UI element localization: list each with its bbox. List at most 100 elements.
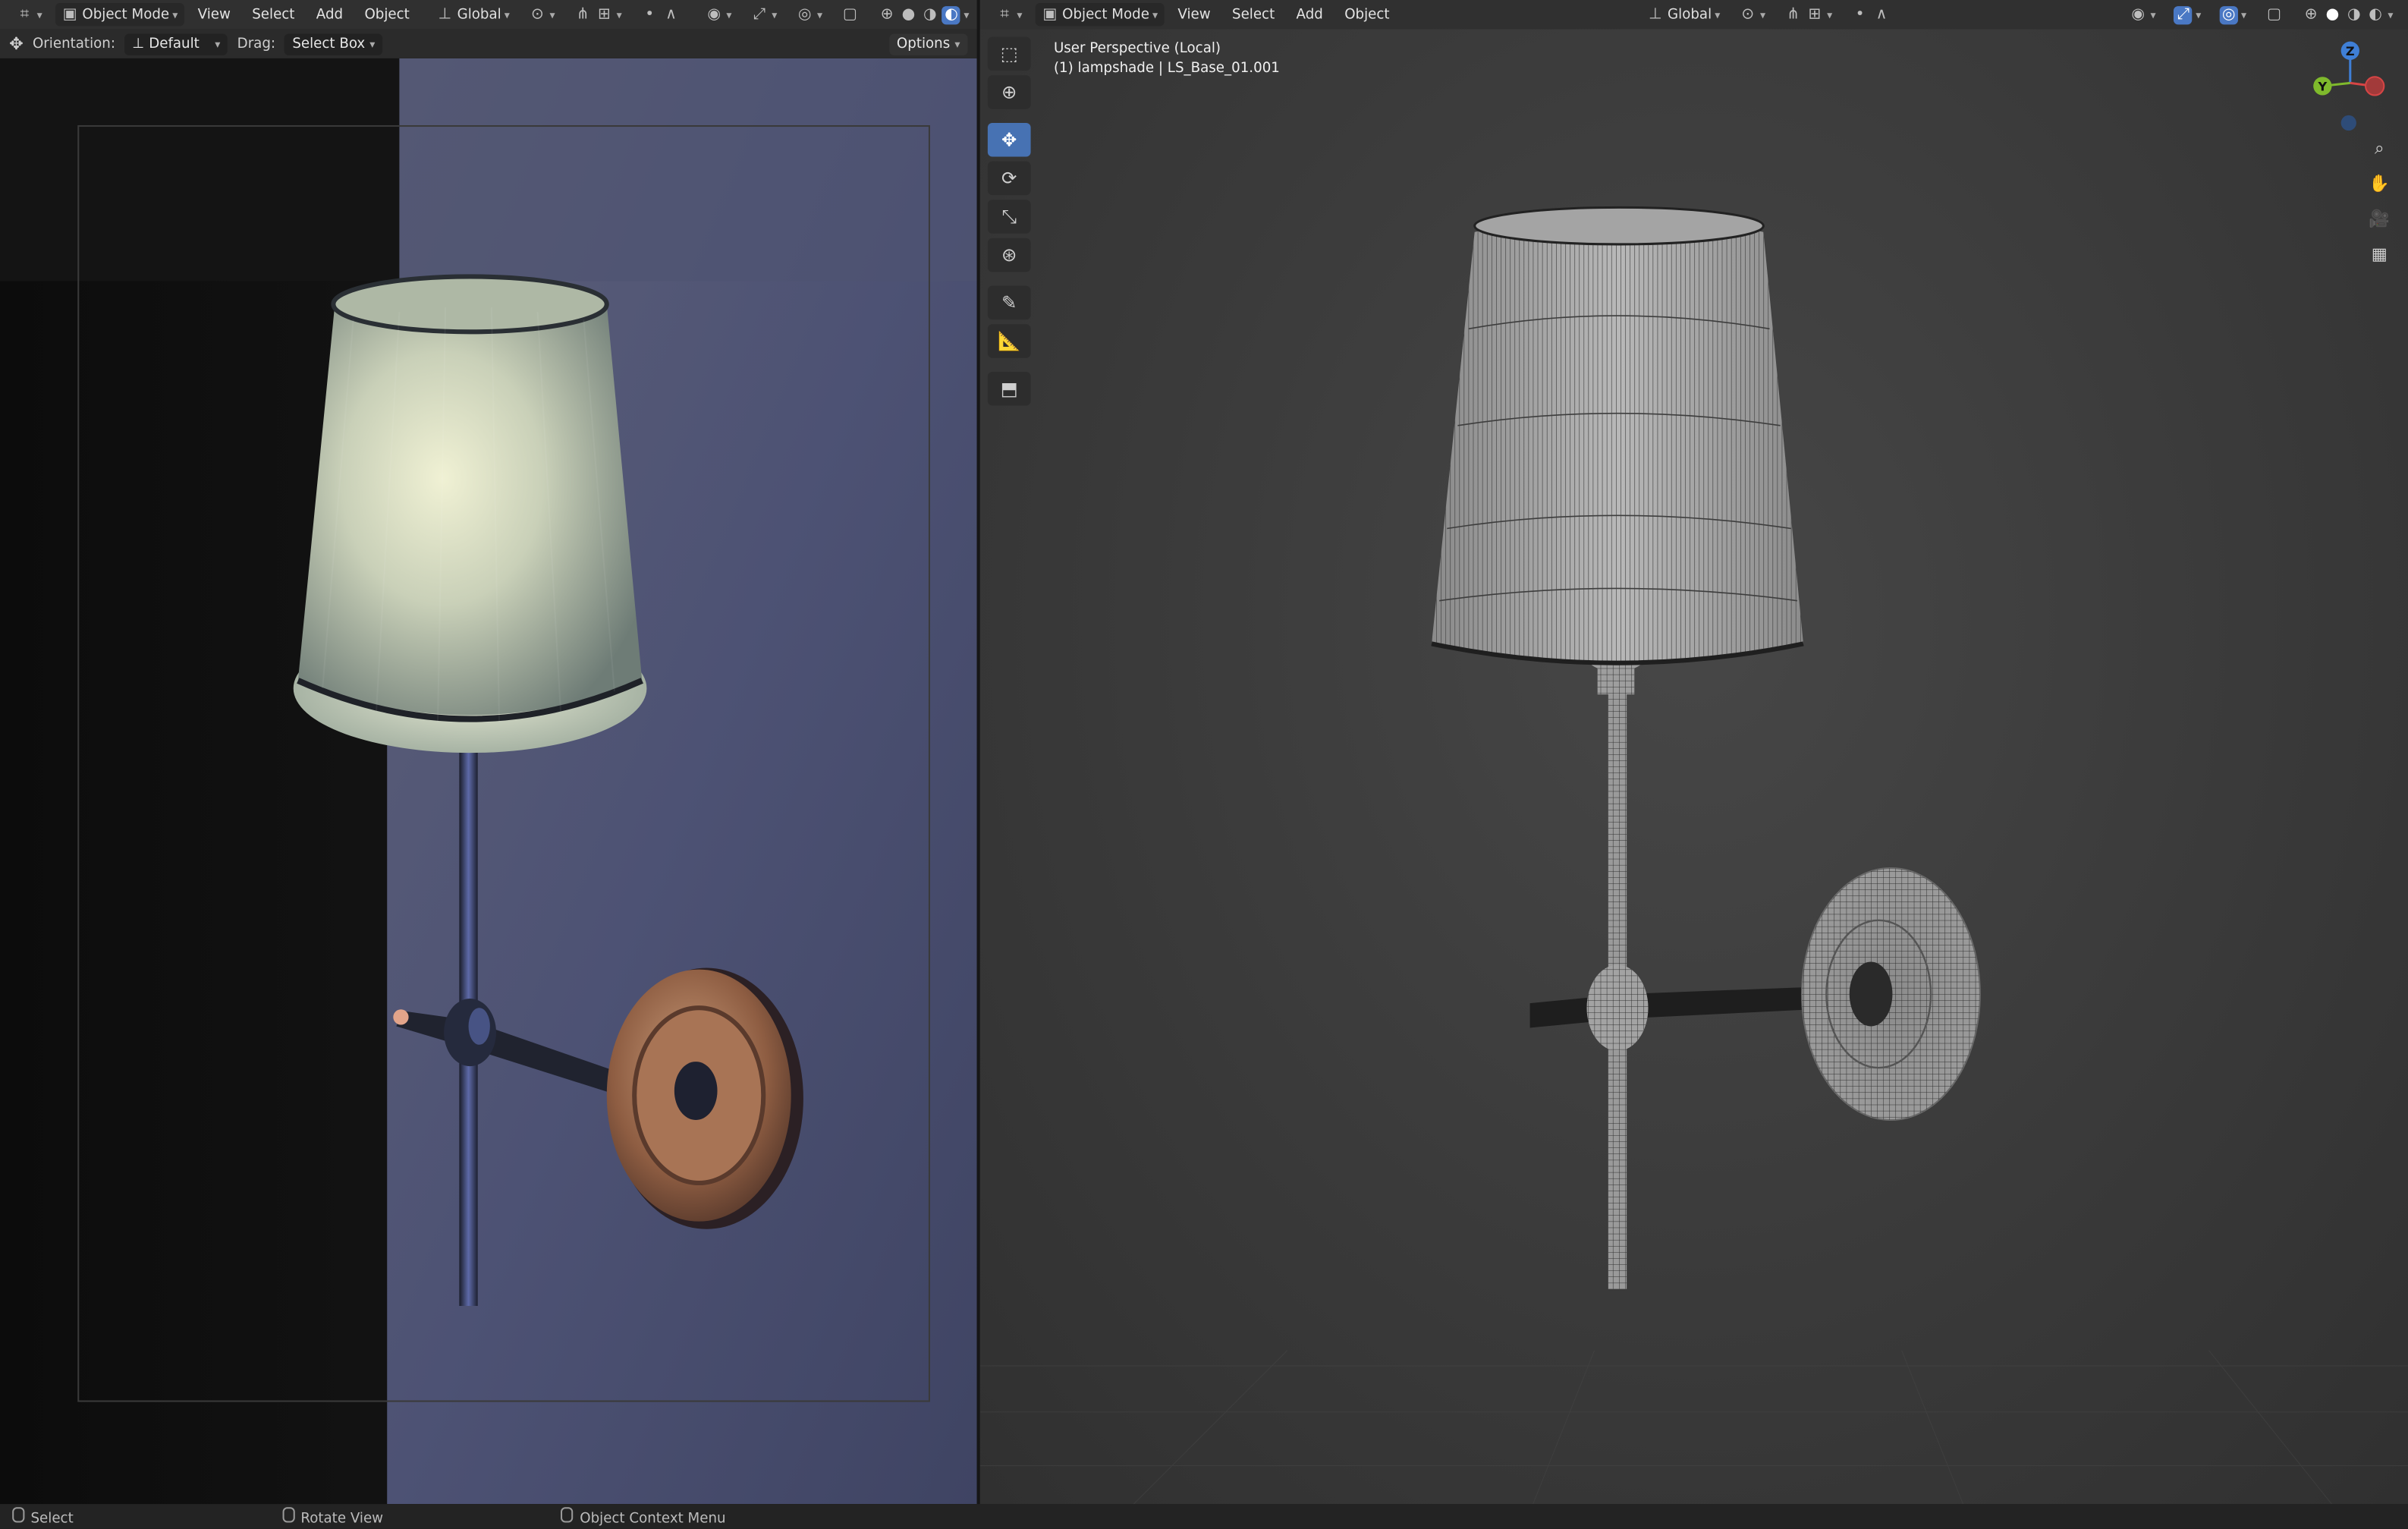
- object-mode-icon: ▣: [1042, 6, 1058, 24]
- left-snap-button[interactable]: ⋔ ⊞ ▾: [567, 3, 628, 26]
- rotate-icon[interactable]: ⟳: [987, 161, 1031, 196]
- right-editor-type-button[interactable]: ⌗ ▾: [989, 3, 1029, 26]
- right-menu-view[interactable]: View: [1170, 7, 1218, 22]
- right-transform-label: Global: [1668, 7, 1712, 23]
- left-menu-view[interactable]: View: [190, 7, 238, 22]
- visibility-icon: ◉: [707, 6, 721, 24]
- right-shading-buttons[interactable]: ⊕ ● ◑ ◐ ▾: [2296, 3, 2400, 26]
- solid-shading-icon[interactable]: ●: [899, 5, 917, 24]
- options-dropdown[interactable]: Options ▾: [888, 33, 968, 55]
- right-visibility-button[interactable]: ◉ ▾: [2123, 3, 2162, 26]
- right-mode-dropdown[interactable]: ▣ Object Mode ▾: [1034, 3, 1165, 27]
- left-menu-add[interactable]: Add: [309, 7, 351, 22]
- right-transform-orientation[interactable]: ⊥ Global ▾: [1640, 3, 1727, 26]
- zoom-icon[interactable]: ⌕: [2366, 135, 2393, 161]
- status-select-label: Select: [30, 1511, 74, 1527]
- options-label: Options: [896, 36, 951, 52]
- annotate-icon[interactable]: ✎: [987, 285, 1031, 320]
- add-cube-icon[interactable]: ⬒: [987, 371, 1031, 406]
- snap-target-icon: ⊞: [1808, 6, 1822, 24]
- left-menu-select[interactable]: Select: [244, 7, 302, 22]
- left-shading-buttons[interactable]: ⊕ ● ◑ ◐ ▾: [872, 3, 976, 26]
- right-overlay-button[interactable]: ◎ ▾: [2214, 3, 2253, 26]
- solid-shading-icon[interactable]: ●: [2323, 5, 2341, 24]
- snap-icon: ⋔: [1787, 6, 1800, 24]
- wireframe-shading-icon[interactable]: ⊕: [878, 5, 896, 24]
- right-pivot-button[interactable]: ⊙ ▾: [1733, 3, 1772, 26]
- gizmo-x-axis[interactable]: [2365, 76, 2385, 96]
- left-overlay-button[interactable]: ◎ ▾: [790, 3, 829, 26]
- left-mode-label: Object Mode: [82, 7, 170, 23]
- transform-pivot-icon: ⊙: [530, 6, 544, 24]
- right-gizmo-button[interactable]: ⤢ ▾: [2168, 3, 2208, 26]
- viewport-perspective: User Perspective (Local): [1053, 41, 1221, 57]
- right-menu-object[interactable]: Object: [1337, 7, 1397, 22]
- right-viewport-solid[interactable]: [979, 29, 2408, 1505]
- gizmo-y-label: Y: [2317, 79, 2327, 93]
- right-snap-button[interactable]: ⋔ ⊞ ▾: [1778, 3, 1838, 26]
- transform-orientation-icon: ⊥: [1649, 6, 1662, 24]
- status-bar: Select Rotate View Object Context Menu: [0, 1504, 2408, 1529]
- mouse-right-icon: [561, 1506, 574, 1522]
- hand-pan-icon[interactable]: ✋: [2366, 171, 2393, 197]
- material-shading-icon[interactable]: ◑: [2345, 5, 2363, 24]
- transform-orientation-icon: ⊥: [438, 6, 452, 24]
- overlay-icon: ◎: [797, 6, 812, 24]
- wireframe-scene: [979, 206, 2408, 1505]
- snap-icon: ⋔: [576, 6, 589, 24]
- falloff-icon: ∧: [1875, 6, 1888, 24]
- right-mode-label: Object Mode: [1062, 7, 1149, 23]
- rendered-scene: [0, 58, 977, 1505]
- gizmo-neg-z-axis[interactable]: [2340, 115, 2356, 131]
- left-transform-orientation[interactable]: ⊥ Global ▾: [429, 3, 516, 26]
- grid-icon[interactable]: ▦: [2366, 241, 2393, 267]
- move-tool-icon: ✥: [9, 33, 24, 54]
- left-pivot-button[interactable]: ⊙ ▾: [522, 3, 561, 26]
- orientation-dropdown[interactable]: ⊥ Default ▾: [124, 33, 228, 55]
- right-header: ⌗ ▾ ▣ Object Mode ▾ View Select Add Object …: [979, 0, 2408, 30]
- left-editor-type-button[interactable]: ⌗ ▾: [9, 3, 49, 26]
- material-shading-icon[interactable]: ◑: [921, 5, 939, 24]
- left-proportional-button[interactable]: • ∧: [634, 3, 687, 26]
- left-viewport-rendered[interactable]: [0, 58, 977, 1505]
- right-menu-add[interactable]: Add: [1288, 7, 1331, 22]
- navigation-gizmo[interactable]: Z Y: [2301, 40, 2393, 136]
- left-transform-label: Global: [457, 7, 501, 23]
- scale-icon[interactable]: ⤡: [987, 200, 1031, 234]
- gizmo-icon: ⤢: [753, 6, 766, 24]
- orientation-axis-icon: ⊥: [132, 36, 145, 52]
- left-gizmo-button[interactable]: ⤢ ▾: [744, 3, 784, 26]
- mouse-middle-icon: [282, 1506, 295, 1522]
- left-menu-object[interactable]: Object: [357, 7, 417, 22]
- select-box-icon[interactable]: ⬚: [987, 36, 1031, 71]
- transform-pivot-icon: ⊙: [1741, 6, 1755, 24]
- viewport-nav-buttons: ⌕ ✋ 🎥 ▦: [2366, 135, 2393, 267]
- right-menu-select[interactable]: Select: [1224, 7, 1282, 22]
- rendered-shading-icon[interactable]: ◐: [942, 5, 961, 24]
- drag-value: Select Box: [292, 36, 366, 52]
- cursor-icon[interactable]: ⊕: [987, 75, 1031, 109]
- drag-label: Drag:: [237, 36, 276, 52]
- proportional-icon: •: [645, 6, 655, 24]
- orientation-label: Orientation:: [32, 36, 115, 52]
- right-proportional-button[interactable]: • ∧: [1844, 3, 1897, 26]
- left-xray-button[interactable]: ▢: [835, 3, 865, 26]
- drag-dropdown[interactable]: Select Box ▾: [284, 33, 383, 55]
- transform-icon[interactable]: ⊛: [987, 238, 1031, 272]
- xray-icon: ▢: [842, 6, 858, 24]
- left-visibility-button[interactable]: ◉ ▾: [699, 3, 738, 26]
- rendered-shading-icon[interactable]: ◐: [2366, 5, 2384, 24]
- wireframe-shading-icon[interactable]: ⊕: [2302, 5, 2320, 24]
- measure-icon[interactable]: 📐: [987, 324, 1031, 358]
- right-xray-button[interactable]: ▢: [2259, 3, 2289, 26]
- move-icon[interactable]: ✥: [987, 122, 1031, 157]
- proportional-icon: •: [1855, 6, 1865, 24]
- gizmo-icon: ⤢: [2174, 5, 2193, 24]
- falloff-icon: ∧: [665, 6, 677, 24]
- left-tool-settings: ✥ Orientation: ⊥ Default ▾ Drag: Select Bo…: [0, 29, 977, 58]
- status-context: Object Context Menu: [561, 1506, 726, 1527]
- camera-icon[interactable]: 🎥: [2366, 206, 2393, 231]
- viewport-object-name: (1) lampshade | LS_Base_01.001: [1053, 61, 1280, 77]
- left-mode-dropdown[interactable]: ▣ Object Mode ▾: [54, 3, 184, 27]
- status-context-label: Object Context Menu: [580, 1511, 726, 1527]
